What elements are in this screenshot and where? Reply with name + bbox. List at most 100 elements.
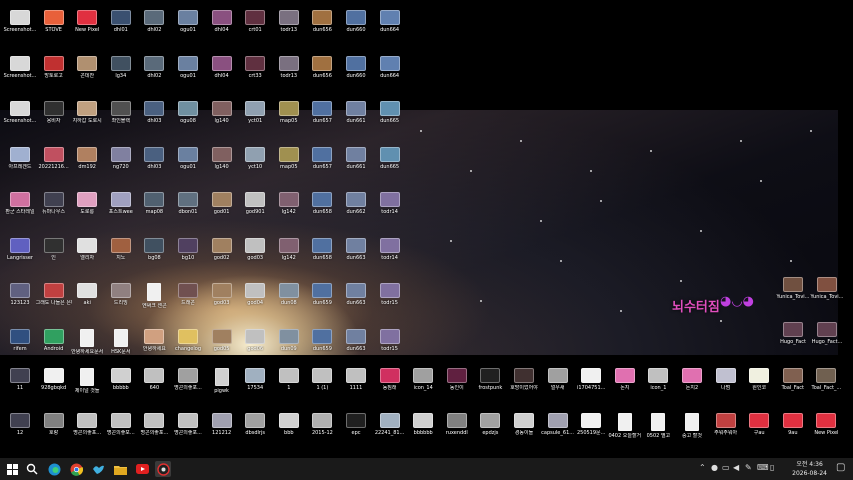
- desktop-icon[interactable]: changelog: [170, 328, 206, 352]
- desktop[interactable]: Screenshot... STOVE New Pixel dhl01 dhl02 ogu…: [0, 0, 853, 458]
- tray-app-icon[interactable]: ●: [711, 463, 718, 472]
- desktop-icon[interactable]: STOVE: [36, 10, 72, 33]
- desktop-icon[interactable]: New Pixel: [69, 10, 105, 33]
- desktop-icon[interactable]: 제이널 것들: [69, 368, 105, 394]
- desktop-icon[interactable]: rifem: [2, 328, 38, 352]
- desktop-icon[interactable]: 2015-12: [304, 413, 340, 436]
- youtube-button[interactable]: [134, 461, 150, 477]
- desktop-icon[interactable]: dbon01: [170, 192, 206, 215]
- desktop-icon[interactable]: 얼우새: [540, 368, 576, 391]
- desktop-icon[interactable]: 안녕하세요: [136, 328, 172, 352]
- desktop-icon[interactable]: 1111: [338, 368, 374, 391]
- desktop-icon[interactable]: 옹비자: [36, 101, 72, 124]
- desktop-icon[interactable]: 11: [2, 368, 38, 391]
- desktop-icon[interactable]: dun656: [304, 55, 340, 79]
- desktop-icon[interactable]: ng720: [103, 146, 139, 170]
- desktop-icon[interactable]: 엔써크 센콘: [136, 283, 172, 309]
- desktop-icon[interactable]: 돈지2: [674, 368, 710, 391]
- desktop-icon[interactable]: map05: [271, 146, 307, 170]
- volume-icon[interactable]: ◀: [733, 463, 739, 472]
- desktop-icon[interactable]: epdzjs: [472, 413, 508, 436]
- desktop-icon[interactable]: 엘리자: [69, 237, 105, 261]
- desktop-icon[interactable]: dun656: [304, 10, 340, 33]
- desktop-icon[interactable]: dhl04: [204, 55, 240, 79]
- desktop-icon[interactable]: HSK문서: [103, 328, 139, 355]
- desktop-icon[interactable]: dhl02: [136, 10, 172, 33]
- desktop-icon[interactable]: Hugo_Fact...: [809, 322, 845, 345]
- keyboard-icon[interactable]: ⌨: [757, 463, 769, 472]
- clock[interactable]: 오전 4:36 2026-08-24: [792, 460, 827, 478]
- desktop-icon[interactable]: icon_14: [405, 368, 441, 391]
- desktop-icon[interactable]: capsule_61...: [540, 413, 576, 436]
- desktop-icon[interactable]: dhl02: [136, 55, 172, 79]
- desktop-icon[interactable]: 명곤의좋포...: [103, 413, 139, 436]
- desktop-icon[interactable]: dun657: [304, 146, 340, 170]
- desktop-icon[interactable]: 928gbqkd: [36, 368, 72, 391]
- desktop-icon[interactable]: yct10: [237, 146, 273, 170]
- desktop-icon[interactable]: Screenshot...: [2, 55, 38, 79]
- start-button[interactable]: [4, 461, 20, 477]
- desktop-icon[interactable]: 250519문...: [573, 413, 609, 436]
- desktop-icon[interactable]: dun657: [304, 101, 340, 124]
- desktop-icon[interactable]: dun663: [338, 237, 374, 261]
- desktop-icon[interactable]: ogu01: [170, 146, 206, 170]
- desktop-icon[interactable]: dun665: [372, 101, 408, 124]
- desktop-icon[interactable]: dun664: [372, 10, 408, 33]
- desktop-icon[interactable]: lg34: [103, 55, 139, 79]
- desktop-icon[interactable]: icon_1: [640, 368, 676, 391]
- desktop-icon[interactable]: lg140: [204, 101, 240, 124]
- desktop-icon[interactable]: 그래도 나들은 은다: [36, 283, 72, 306]
- desktop-icon[interactable]: 121212: [204, 413, 240, 436]
- desktop-icon[interactable]: 드래곤: [170, 283, 206, 306]
- file-explorer-button[interactable]: [112, 461, 128, 477]
- desktop-icon[interactable]: map05: [271, 101, 307, 124]
- desktop-icon[interactable]: crt33: [237, 55, 273, 79]
- desktop-icon[interactable]: god01: [204, 192, 240, 215]
- desktop-icon[interactable]: 나범: [708, 368, 744, 391]
- desktop-icon[interactable]: 640: [136, 368, 172, 391]
- desktop-icon[interactable]: god03: [204, 283, 240, 306]
- desktop-icon[interactable]: dhl03: [136, 101, 172, 124]
- desktop-icon[interactable]: lg142: [271, 192, 307, 215]
- desktop-icon[interactable]: bbb: [271, 413, 307, 436]
- desktop-icon[interactable]: dun09: [271, 328, 307, 352]
- desktop-icon[interactable]: epc: [338, 413, 374, 436]
- desktop-icon[interactable]: yct01: [237, 101, 273, 124]
- desktop-icon[interactable]: frostpunk: [472, 368, 508, 391]
- desktop-icon[interactable]: Toal_Fact_...: [808, 368, 844, 391]
- desktop-icon[interactable]: todr14: [372, 192, 408, 215]
- desktop-icon[interactable]: Hugo_Fact: [775, 322, 811, 345]
- desktop-icon[interactable]: dun663: [338, 283, 374, 306]
- desktop-icon[interactable]: 포스트wee: [103, 192, 139, 215]
- desktop-icon[interactable]: dun658: [304, 237, 340, 261]
- desktop-icon[interactable]: 12: [2, 413, 38, 436]
- desktop-icon[interactable]: aki: [69, 283, 105, 306]
- desktop-icon[interactable]: 중고 할것: [674, 413, 710, 439]
- desktop-icon[interactable]: 듀마나우스: [36, 192, 72, 215]
- battery-icon[interactable]: ▯: [770, 463, 774, 472]
- desktop-icon[interactable]: dhl03: [136, 146, 172, 170]
- desktop-icon[interactable]: todr15: [372, 328, 408, 352]
- desktop-icon[interactable]: ruxenddl: [439, 413, 475, 436]
- notification-icon[interactable]: ▢: [836, 462, 845, 473]
- desktop-icon[interactable]: dun661: [338, 101, 374, 124]
- desktop-icon[interactable]: 17534: [237, 368, 273, 391]
- desktop-icon[interactable]: 환군 스타레일: [2, 192, 38, 215]
- active-app-button[interactable]: [155, 461, 171, 477]
- desktop-icon[interactable]: 명곤의좋포...: [170, 368, 206, 391]
- desktop-icon[interactable]: Screenshot...: [2, 10, 38, 33]
- pen-icon[interactable]: ✎: [745, 463, 752, 472]
- desktop-icon[interactable]: 동짐래: [372, 368, 408, 391]
- desktop-icon[interactable]: dbsdlrjs: [237, 413, 273, 436]
- desktop-icon[interactable]: bg08: [136, 237, 172, 261]
- desktop-icon[interactable]: map08: [136, 192, 172, 215]
- desktop-icon[interactable]: 20221216...: [36, 146, 72, 170]
- desktop-icon[interactable]: dun658: [304, 192, 340, 215]
- desktop-icon[interactable]: 주워주워아: [708, 413, 744, 436]
- desktop-icon[interactable]: ogu01: [170, 55, 206, 79]
- desktop-icon[interactable]: lg142: [271, 237, 307, 261]
- desktop-icon[interactable]: Toal_Fact: [775, 368, 811, 391]
- desktop-icon[interactable]: 123123: [2, 283, 38, 306]
- desktop-icon[interactable]: 명곤의좋포...: [69, 413, 105, 436]
- desktop-icon[interactable]: 아프레겐드: [2, 146, 38, 170]
